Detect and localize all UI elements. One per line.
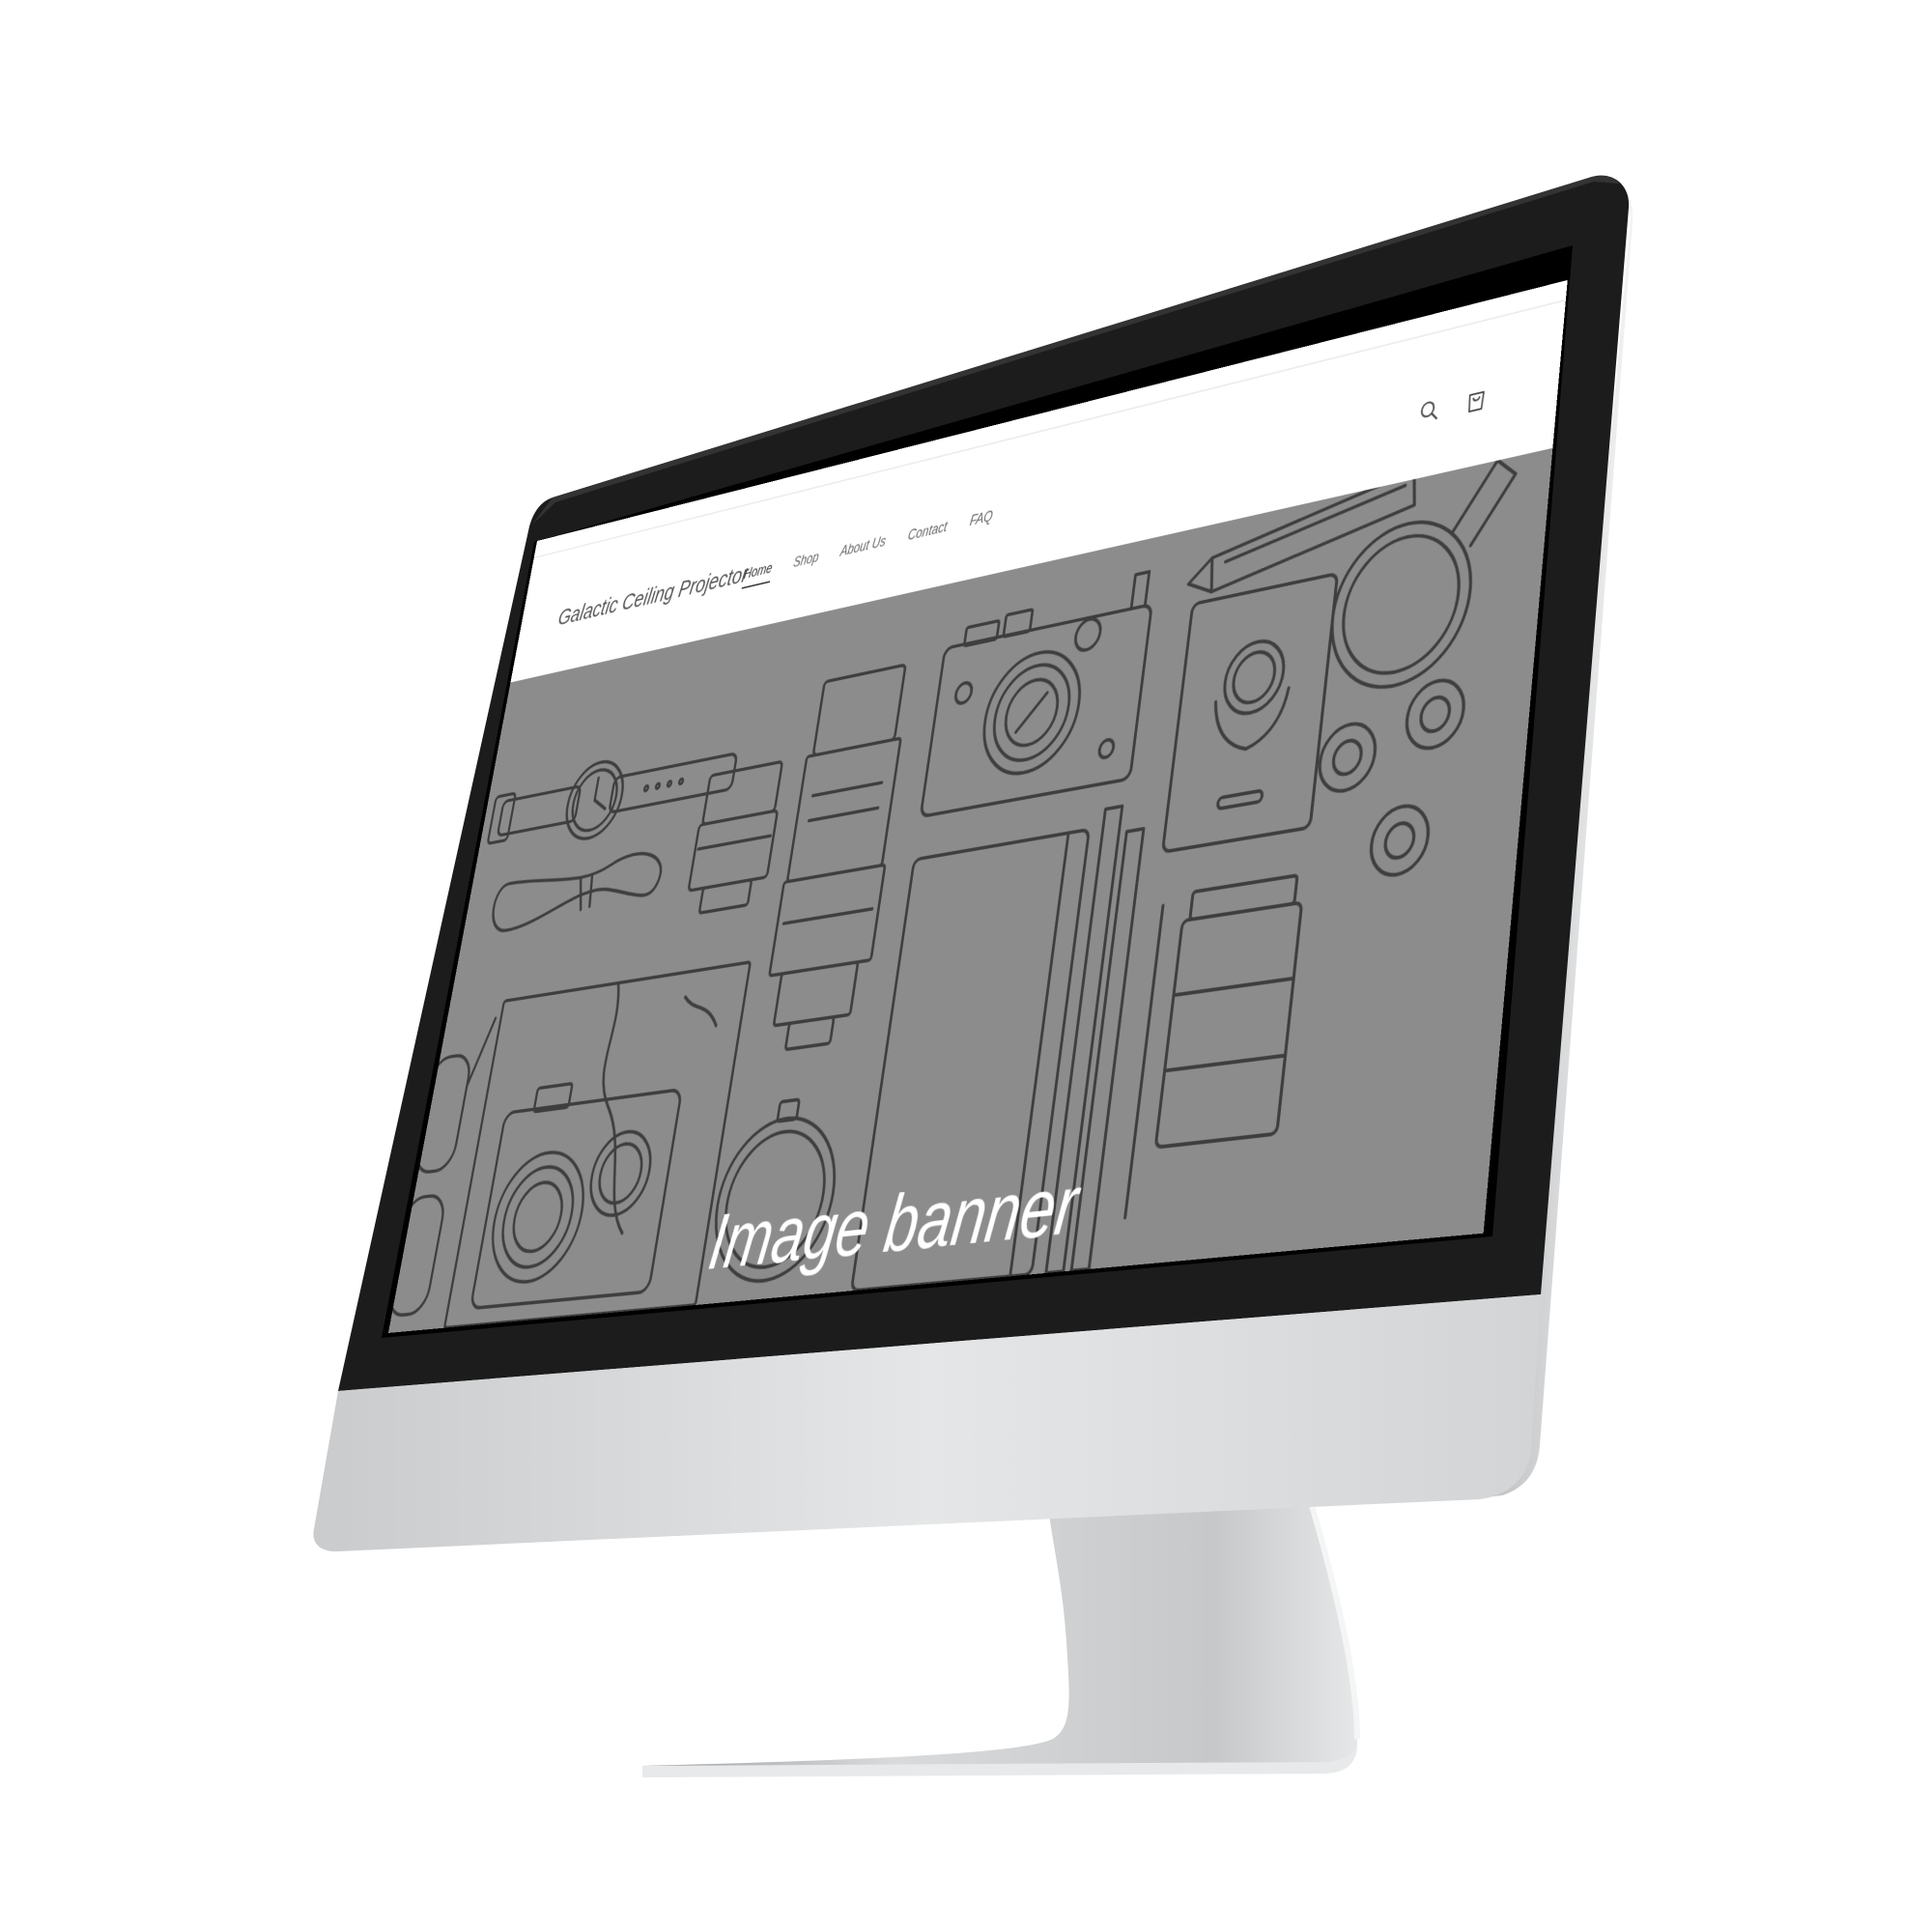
lens-illustration bbox=[684, 761, 785, 916]
nav-contact[interactable]: Contact bbox=[906, 518, 949, 551]
main-nav: Home Shop About Us Contact FAQ bbox=[741, 507, 994, 589]
passport-illustration bbox=[1162, 574, 1337, 852]
search-icon[interactable] bbox=[1415, 394, 1442, 428]
header-actions bbox=[1415, 383, 1490, 427]
nav-faq[interactable]: FAQ bbox=[968, 507, 994, 536]
site-title[interactable]: Galactic Ceiling Projector bbox=[556, 561, 751, 632]
product-mockup: Galactic Ceiling Projector Home Shop Abo… bbox=[0, 0, 1932, 1932]
cart-icon[interactable] bbox=[1463, 383, 1490, 416]
wristwatch-illustration bbox=[485, 734, 740, 858]
cable-illustration bbox=[489, 849, 665, 933]
zoom-lens-illustration bbox=[757, 663, 916, 1054]
nav-about-us[interactable]: About Us bbox=[838, 533, 887, 567]
camera-illustration bbox=[921, 570, 1156, 816]
nav-shop[interactable]: Shop bbox=[791, 549, 820, 578]
magnifying-glass-illustration bbox=[1324, 456, 1518, 698]
tape-rolls-illustration bbox=[1306, 675, 1466, 889]
monitor-stand bbox=[642, 1494, 1360, 1777]
